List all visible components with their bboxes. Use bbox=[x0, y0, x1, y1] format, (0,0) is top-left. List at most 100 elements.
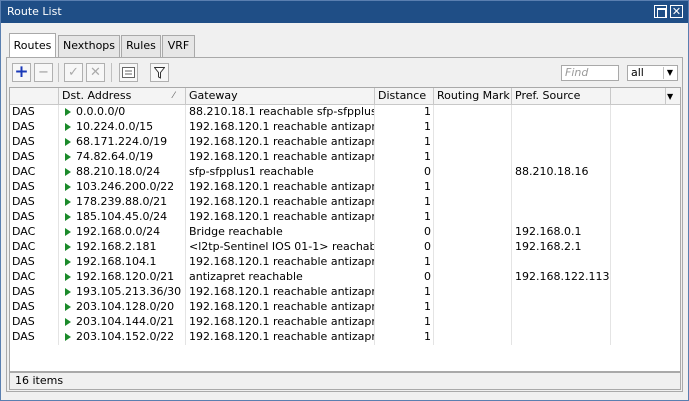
table-row[interactable]: DAS 185.104.45.0/24 192.168.120.1 reachabl… bbox=[10, 210, 680, 225]
title-bar[interactable]: Route List ✕ bbox=[1, 1, 688, 23]
row-routing-mark bbox=[434, 105, 512, 120]
col-dst-address[interactable]: Dst. Address ⁄ bbox=[59, 88, 186, 104]
row-gateway: 192.168.120.1 reachable antizapret bbox=[186, 195, 375, 210]
play-icon bbox=[65, 138, 71, 146]
row-flags: DAS bbox=[10, 330, 59, 345]
tab-nexthops[interactable]: Nexthops bbox=[58, 35, 120, 57]
row-routing-mark bbox=[434, 165, 512, 180]
add-icon[interactable]: + bbox=[12, 63, 31, 82]
row-distance: 1 bbox=[375, 150, 434, 165]
row-distance: 1 bbox=[375, 285, 434, 300]
row-distance: 1 bbox=[375, 105, 434, 120]
col-pref-source[interactable]: Pref. Source bbox=[512, 88, 611, 104]
filter-select-value: all bbox=[631, 66, 644, 79]
row-routing-mark bbox=[434, 150, 512, 165]
row-gateway: 192.168.120.1 reachable antizapret bbox=[186, 180, 375, 195]
row-distance: 1 bbox=[375, 180, 434, 195]
remove-icon[interactable]: − bbox=[34, 63, 53, 82]
row-distance: 1 bbox=[375, 300, 434, 315]
play-icon bbox=[65, 108, 71, 116]
find-input[interactable]: Find bbox=[561, 65, 619, 81]
row-distance: 1 bbox=[375, 120, 434, 135]
col-distance[interactable]: Distance bbox=[375, 88, 434, 104]
column-menu-icon[interactable]: ▼ bbox=[667, 92, 673, 101]
item-count: 16 items bbox=[15, 374, 64, 387]
play-icon bbox=[65, 183, 71, 191]
row-distance: 0 bbox=[375, 225, 434, 240]
row-gateway: antizapret reachable bbox=[186, 270, 375, 285]
row-flags: DAS bbox=[10, 210, 59, 225]
row-dst-address: 88.210.18.0/24 bbox=[59, 165, 186, 180]
row-gateway: 192.168.120.1 reachable antizapret bbox=[186, 135, 375, 150]
enable-icon[interactable]: ✓ bbox=[64, 63, 83, 82]
table-row[interactable]: DAS 178.239.88.0/21 192.168.120.1 reachabl… bbox=[10, 195, 680, 210]
play-icon bbox=[65, 258, 71, 266]
maximize-icon[interactable] bbox=[654, 5, 667, 18]
tab-rules[interactable]: Rules bbox=[121, 35, 161, 57]
row-gateway: 192.168.120.1 reachable antizapret bbox=[186, 300, 375, 315]
toolbar-divider bbox=[111, 63, 112, 82]
row-pref-source bbox=[512, 330, 611, 345]
row-distance: 0 bbox=[375, 240, 434, 255]
row-gateway: 192.168.120.1 reachable antizapret bbox=[186, 255, 375, 270]
row-routing-mark bbox=[434, 300, 512, 315]
row-gateway: 192.168.120.1 reachable antizapret bbox=[186, 285, 375, 300]
play-icon bbox=[65, 168, 71, 176]
row-pref-source: 192.168.0.1 bbox=[512, 225, 611, 240]
row-gateway: Bridge reachable bbox=[186, 225, 375, 240]
close-icon[interactable]: ✕ bbox=[670, 5, 683, 18]
play-icon bbox=[65, 288, 71, 296]
filter-icon[interactable] bbox=[150, 63, 169, 82]
row-routing-mark bbox=[434, 270, 512, 285]
toolbar-divider bbox=[58, 63, 59, 82]
row-routing-mark bbox=[434, 255, 512, 270]
sort-icon: ⁄ bbox=[173, 91, 175, 101]
status-bar: 16 items bbox=[9, 372, 681, 390]
col-routing-mark[interactable]: Routing Mark bbox=[434, 88, 512, 104]
col-gateway[interactable]: Gateway bbox=[186, 88, 375, 104]
table-row[interactable]: DAS 74.82.64.0/19 192.168.120.1 reachable … bbox=[10, 150, 680, 165]
row-distance: 1 bbox=[375, 195, 434, 210]
table-row[interactable]: DAS 203.104.128.0/20 192.168.120.1 reachab… bbox=[10, 300, 680, 315]
row-flags: DAS bbox=[10, 180, 59, 195]
table-row[interactable]: DAS 193.105.213.36/30 192.168.120.1 reacha… bbox=[10, 285, 680, 300]
table-row[interactable]: DAC 192.168.0.0/24 Bridge reachable 0 192.16… bbox=[10, 225, 680, 240]
table-row[interactable]: DAS 10.224.0.0/15 192.168.120.1 reachable … bbox=[10, 120, 680, 135]
row-distance: 1 bbox=[375, 135, 434, 150]
play-icon bbox=[65, 243, 71, 251]
route-table: Dst. Address ⁄ Gateway Distance Routing … bbox=[9, 87, 681, 372]
filter-select[interactable]: all ▼ bbox=[627, 65, 678, 81]
table-row[interactable]: DAS 0.0.0.0/0 88.210.18.1 reachable sfp-sf… bbox=[10, 105, 680, 120]
table-row[interactable]: DAS 103.246.200.0/22 192.168.120.1 reachab… bbox=[10, 180, 680, 195]
row-pref-source bbox=[512, 315, 611, 330]
row-gateway: 192.168.120.1 reachable antizapret bbox=[186, 315, 375, 330]
comment-icon[interactable] bbox=[119, 63, 138, 82]
table-row[interactable]: DAS 192.168.104.1 192.168.120.1 reachable … bbox=[10, 255, 680, 270]
row-dst-address: 192.168.2.181 bbox=[59, 240, 186, 255]
row-dst-address: 103.246.200.0/22 bbox=[59, 180, 186, 195]
row-dst-address: 74.82.64.0/19 bbox=[59, 150, 186, 165]
col-empty bbox=[611, 88, 666, 104]
tab-routes[interactable]: Routes bbox=[9, 33, 56, 57]
table-row[interactable]: DAC 88.210.18.0/24 sfp-sfpplus1 reachable 0… bbox=[10, 165, 680, 180]
col-flags[interactable] bbox=[10, 88, 59, 104]
tab-vrf[interactable]: VRF bbox=[162, 35, 195, 57]
table-row[interactable]: DAS 68.171.224.0/19 192.168.120.1 reachabl… bbox=[10, 135, 680, 150]
row-flags: DAS bbox=[10, 135, 59, 150]
chevron-down-icon[interactable]: ▼ bbox=[663, 67, 676, 79]
row-pref-source bbox=[512, 255, 611, 270]
table-row[interactable]: DAC 192.168.2.181 <l2tp-Sentinel IOS 01-1>… bbox=[10, 240, 680, 255]
row-routing-mark bbox=[434, 135, 512, 150]
table-row[interactable]: DAC 192.168.120.0/21 antizapret reachable 0… bbox=[10, 270, 680, 285]
row-routing-mark bbox=[434, 285, 512, 300]
row-gateway: 192.168.120.1 reachable antizapret bbox=[186, 150, 375, 165]
row-flags: DAC bbox=[10, 165, 59, 180]
row-gateway: 192.168.120.1 reachable antizapret bbox=[186, 330, 375, 345]
row-distance: 0 bbox=[375, 165, 434, 180]
play-icon bbox=[65, 153, 71, 161]
row-flags: DAC bbox=[10, 270, 59, 285]
table-row[interactable]: DAS 203.104.144.0/21 192.168.120.1 reachab… bbox=[10, 315, 680, 330]
window-title: Route List bbox=[7, 5, 62, 18]
table-row[interactable]: DAS 203.104.152.0/22 192.168.120.1 reachab… bbox=[10, 330, 680, 345]
disable-icon[interactable]: ✕ bbox=[86, 63, 105, 82]
